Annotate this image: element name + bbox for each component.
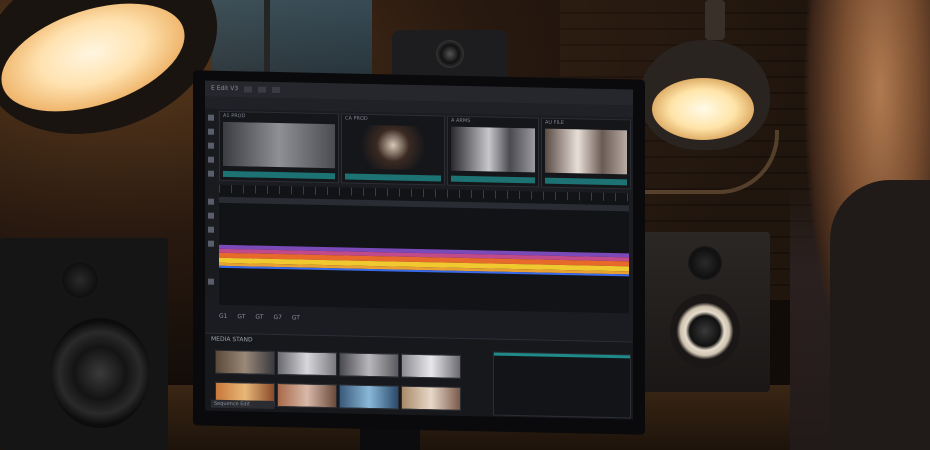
bin-detail-panel: [493, 351, 631, 419]
media-bin: MEDIA STAND Sequence Edit: [205, 332, 633, 420]
clip-thumbnail[interactable]: [401, 353, 461, 379]
viewer-image: [545, 128, 627, 175]
woofer: [670, 294, 740, 368]
window-button[interactable]: [258, 86, 266, 93]
window-button[interactable]: [271, 86, 280, 93]
viewer-row: A1 PROD CA PROD A ARMS AU FILE: [219, 110, 631, 190]
tool-icon[interactable]: [208, 170, 214, 177]
status-bar: Sequence Edit: [211, 399, 274, 409]
viewer-label: CA PROD: [345, 115, 368, 122]
viewer-panel[interactable]: CA PROD: [341, 113, 445, 186]
monitor: E Edit V3 A1 PROD CA PROD A ARMS AU FILE…: [193, 70, 645, 435]
viewer-panel[interactable]: A ARMS: [447, 115, 539, 188]
tool-icon[interactable]: [208, 156, 214, 163]
timeline-button[interactable]: G1: [219, 313, 227, 320]
tool-icon[interactable]: [208, 142, 214, 149]
viewer-image: [223, 121, 335, 169]
viewer-image: [345, 124, 441, 171]
viewer-label: A ARMS: [451, 117, 471, 125]
tweeter: [60, 260, 100, 300]
woofer: [50, 318, 150, 428]
timeline-controls: G1 GT GT G7 GT: [219, 309, 629, 334]
viewer-label: AU FILE: [545, 119, 564, 127]
clip-thumbnail[interactable]: [277, 351, 337, 377]
viewer-scrubber[interactable]: [545, 177, 627, 186]
tweeter: [688, 246, 722, 280]
clip-thumbnail[interactable]: [215, 349, 275, 375]
speaker-right: [640, 232, 770, 392]
clip-thumbnail[interactable]: [277, 383, 337, 409]
clip-thumbnail[interactable]: [339, 352, 399, 378]
speaker-left: [0, 238, 168, 450]
studio-scene: E Edit V3 A1 PROD CA PROD A ARMS AU FILE…: [0, 0, 930, 450]
tool-icon[interactable]: [208, 128, 214, 135]
viewer-scrubber[interactable]: [345, 173, 441, 182]
timeline-button[interactable]: G7: [273, 314, 281, 321]
window-button[interactable]: [244, 85, 253, 93]
tool-icon[interactable]: [208, 240, 214, 247]
editor-screen: E Edit V3 A1 PROD CA PROD A ARMS AU FILE…: [205, 80, 633, 420]
bin-title: MEDIA STAND: [211, 335, 253, 344]
timeline-button[interactable]: GT: [237, 313, 245, 320]
tool-icon[interactable]: [208, 212, 214, 219]
tool-icon[interactable]: [208, 198, 214, 205]
app-title: E Edit V3: [211, 84, 239, 93]
timeline-button[interactable]: GT: [292, 314, 300, 321]
tool-strip: [205, 108, 217, 299]
viewer-image: [451, 126, 535, 173]
tool-icon[interactable]: [208, 226, 214, 233]
timeline-button[interactable]: GT: [255, 314, 263, 321]
tool-icon[interactable]: [208, 278, 214, 285]
clip-thumbnail[interactable]: [401, 385, 461, 411]
viewer-panel[interactable]: AU FILE: [541, 117, 631, 190]
person-body: [830, 180, 930, 450]
tool-icon[interactable]: [208, 114, 214, 121]
viewer-label: A1 PROD: [223, 112, 246, 120]
teal-bar: [494, 352, 630, 359]
viewer-scrubber[interactable]: [223, 170, 335, 180]
timeline-panel[interactable]: [219, 184, 629, 314]
desk-lamp-left: [0, 0, 241, 163]
viewer-panel[interactable]: A1 PROD: [219, 110, 339, 184]
viewer-scrubber[interactable]: [451, 175, 535, 184]
clip-thumbnail[interactable]: [339, 384, 399, 410]
webcam-lens: [436, 40, 464, 68]
